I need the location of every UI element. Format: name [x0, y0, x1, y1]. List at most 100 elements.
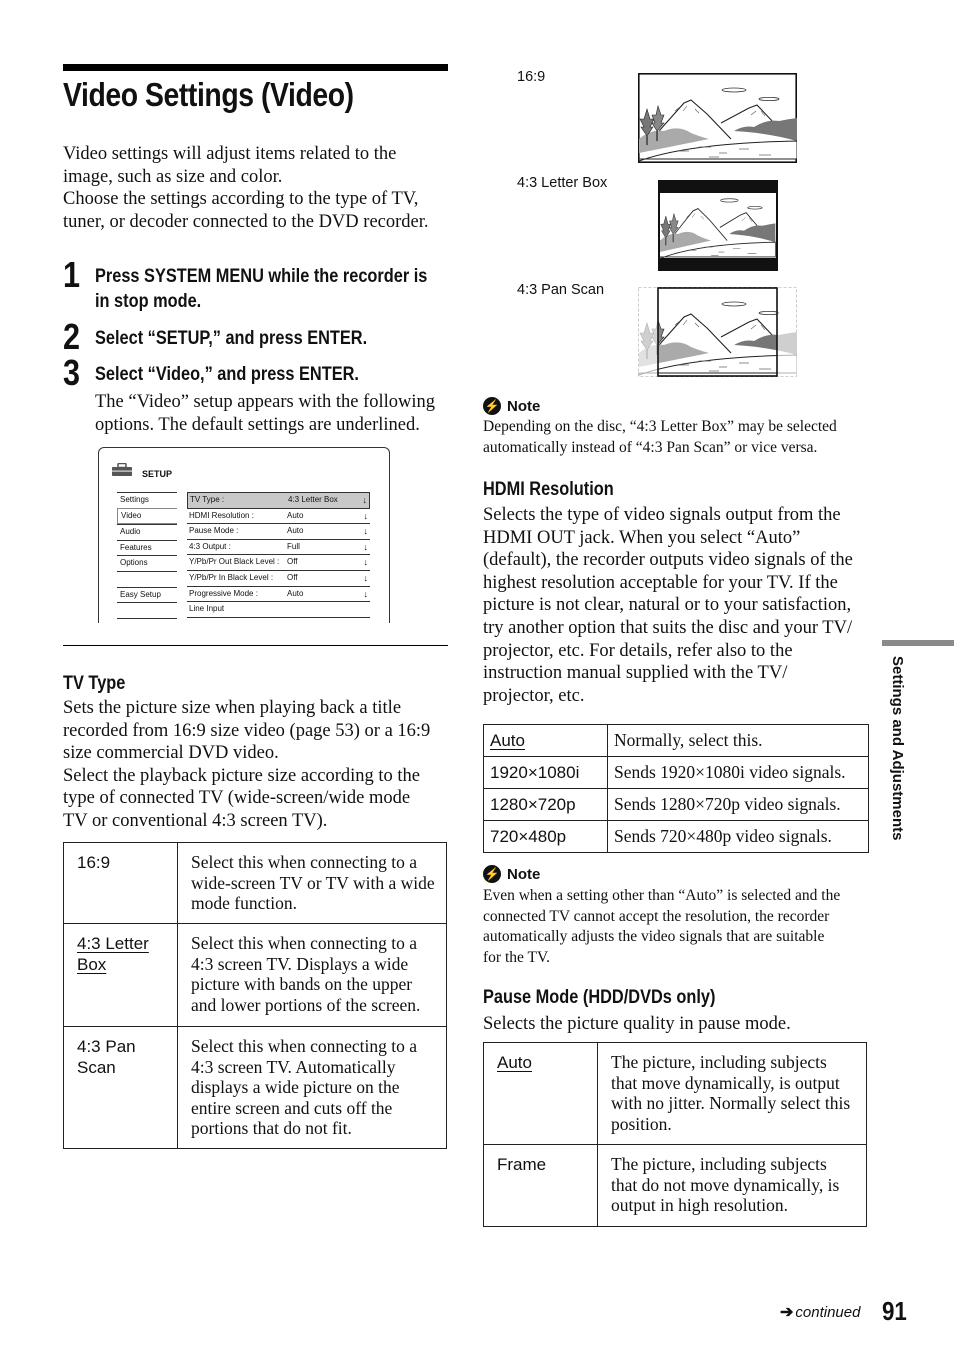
step-text: Select “Video,” and press ENTER.: [95, 362, 456, 387]
step-text: Press SYSTEM MENU while the recorder is …: [95, 264, 456, 314]
side-tab-label: Settings and Adjustments: [888, 656, 906, 846]
osd-row-pause-mode[interactable]: Pause Mode : Auto ↓: [187, 524, 370, 540]
step-line: Press SYSTEM MENU while the recorder is: [95, 266, 428, 287]
description-line: output in high resolution.: [611, 1195, 788, 1216]
note-label: Note: [507, 865, 541, 883]
osd-menu-item-audio[interactable]: Audio: [117, 524, 177, 540]
step-line: Select “SETUP,” and press ENTER.: [95, 328, 368, 349]
toolbox-icon: [112, 463, 132, 476]
osd-row-value: 4:3 Letter Box: [288, 495, 338, 504]
osd-row-out-black-level[interactable]: Y/Pb/Pr Out Black Level : Off ↓: [187, 555, 370, 571]
description-line: The picture, including subjects: [611, 1052, 827, 1072]
osd-category-menu: Settings Video Audio Features Options Ea…: [117, 492, 177, 619]
note-heading: ⚡ Note: [483, 397, 540, 415]
intro-line: Choose the settings according to the typ…: [63, 189, 419, 210]
option-key-text: Auto: [497, 1053, 532, 1072]
illustration-label-16-9: 16:9: [517, 69, 546, 85]
description-line: recorded from 16:9 size video (page 53) …: [63, 720, 431, 741]
continued-text: continued: [795, 1303, 861, 1321]
osd-row-label: Pause Mode :: [189, 526, 239, 536]
intro-line: Video settings will adjust items related…: [63, 144, 397, 164]
osd-menu-item-settings[interactable]: Settings: [117, 492, 177, 508]
description-line: displays a wide picture on the: [191, 1077, 400, 1098]
osd-row-in-black-level[interactable]: Y/Pb/Pr In Black Level : Off ↓: [187, 571, 370, 587]
osd-row-value: Auto: [287, 510, 304, 520]
description-line: and lower portions of the screen.: [191, 994, 421, 1015]
pause-mode-options-table: Auto The picture, including subjects tha…: [483, 1042, 867, 1227]
note-label: Note: [507, 397, 541, 415]
osd-row-4-3-output[interactable]: 4:3 Output : Full ↓: [187, 540, 370, 556]
intro-line: image, such as size and color.: [63, 166, 283, 187]
note-heading: ⚡ Note: [483, 865, 540, 883]
osd-menu-item-video[interactable]: Video: [117, 507, 177, 525]
osd-menu-item-blank: [117, 602, 177, 619]
illustration-label-letter-box: 4:3 Letter Box: [517, 175, 608, 191]
pause-mode-heading: Pause Mode (HDD/DVDs only): [483, 987, 716, 1008]
arrow-down-icon: ↓: [363, 557, 369, 568]
osd-row-value: Auto: [287, 588, 304, 598]
osd-row-progressive-mode[interactable]: Progressive Mode : Auto ↓: [187, 587, 370, 603]
arrow-down-icon: ↓: [363, 588, 369, 599]
option-key: 4:3 Pan Scan: [63, 1026, 178, 1149]
osd-row-hdmi-resolution[interactable]: HDMI Resolution : Auto ↓: [187, 509, 370, 525]
option-key: 16:9: [63, 842, 178, 924]
arrow-down-icon: ↓: [363, 572, 369, 583]
page-number: 91: [882, 1296, 907, 1326]
step-number: 3: [63, 352, 81, 393]
description-line: projector, etc. For details, refer also …: [483, 640, 793, 661]
osd-row-tv-type[interactable]: TV Type : 4:3 Letter Box ↓: [187, 492, 370, 509]
osd-row-line-input[interactable]: Line Input: [187, 602, 370, 618]
intro-paragraph: Video settings will adjust items related…: [63, 143, 458, 233]
note-line: Even when a setting other than “Auto” is…: [483, 887, 841, 904]
description-line: highest resolution acceptable for your T…: [483, 572, 838, 593]
option-description: Sends 1280×720p video signals.: [607, 788, 869, 821]
option-key-text: 4:3 Pan: [77, 1037, 136, 1056]
note-line: automatically instead of “4:3 Pan Scan” …: [483, 438, 818, 456]
note-text: Depending on the disc, “4:3 Letter Box” …: [483, 417, 883, 458]
description-line: wide-screen TV or TV with a wide: [191, 872, 435, 893]
option-key-default: Auto: [483, 724, 608, 757]
osd-menu-item-options[interactable]: Options: [117, 555, 177, 571]
hdmi-resolution-heading: HDMI Resolution: [483, 479, 614, 500]
option-description: Select this when connecting to a 4:3 scr…: [177, 1026, 447, 1149]
osd-title: SETUP: [142, 469, 173, 479]
osd-row-label: Y/Pb/Pr In Black Level :: [189, 572, 274, 582]
osd-row-label: Y/Pb/Pr Out Black Level :: [189, 557, 280, 567]
description-line: The picture, including subjects: [611, 1154, 827, 1174]
step-3-description: The “Video” setup appears with the follo…: [95, 391, 455, 436]
description-line: Select the playback picture size accordi…: [63, 765, 421, 786]
option-key-text: 16:9: [77, 853, 111, 872]
description-line: options. The default settings are underl…: [95, 414, 420, 435]
option-key-text: Scan: [77, 1058, 116, 1077]
section-divider: [63, 645, 448, 646]
step-number: 2: [63, 316, 81, 357]
continued-indicator: ➔ continued: [780, 1302, 860, 1322]
description-line: (default), the recorder outputs video si…: [483, 550, 853, 571]
description-line: projector, etc.: [483, 685, 585, 706]
description-line: entire screen and cuts off the: [191, 1097, 393, 1118]
option-key-default: Auto: [483, 1042, 598, 1145]
osd-row-label: Progressive Mode :: [189, 588, 258, 598]
widescreen-landscape-icon: [638, 73, 797, 163]
osd-menu-item-easy-setup[interactable]: Easy Setup: [117, 586, 177, 603]
description-line: instruction manual supplied with the TV/: [483, 663, 788, 684]
osd-settings-list: TV Type : 4:3 Letter Box ↓ HDMI Resoluti…: [187, 492, 370, 618]
tv-type-options-table: 16:9 Select this when connecting to a wi…: [63, 842, 447, 1149]
osd-menu-item-features[interactable]: Features: [117, 539, 177, 556]
option-key-text: 4:3 Letter: [77, 934, 149, 953]
table-row: 4:3 Pan Scan Select this when connecting…: [63, 1026, 447, 1149]
table-row: 1920×1080i Sends 1920×1080i video signal…: [483, 756, 869, 789]
setup-menu-screenshot: SETUP Settings Video Audio Features Opti…: [98, 447, 390, 623]
osd-row-value: Off: [287, 557, 298, 567]
note-line: Depending on the disc, “4:3 Letter Box” …: [483, 418, 837, 435]
option-key-text: Auto: [490, 731, 525, 750]
description-line: position.: [611, 1113, 672, 1134]
description-line: that move dynamically, is output: [611, 1072, 840, 1093]
description-line: that do not move dynamically, is: [611, 1174, 840, 1195]
intro-line: tuner, or decoder connected to the DVD r…: [63, 211, 429, 232]
osd-row-value: Off: [287, 572, 298, 582]
arrow-right-icon: ➔: [780, 1304, 794, 1321]
table-row: Frame The picture, including subjects th…: [483, 1144, 867, 1227]
description-line: Select this when connecting to a: [191, 933, 417, 953]
osd-row-label: 4:3 Output :: [189, 541, 231, 551]
